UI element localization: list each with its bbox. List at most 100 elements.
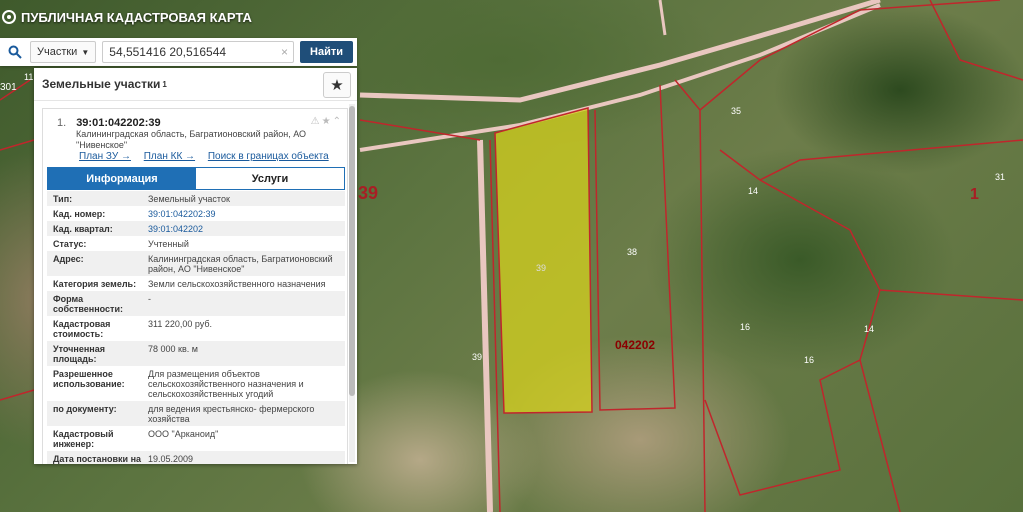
- info-row: Статус: Учтенный: [47, 236, 345, 251]
- info-value: -: [148, 294, 151, 304]
- parcel-label[interactable]: 16: [804, 355, 814, 365]
- parcel-label[interactable]: 39: [536, 263, 546, 273]
- info-key: Статус:: [53, 239, 87, 249]
- search-input[interactable]: 54,551416 20,516544 ×: [102, 41, 295, 63]
- quarter-label: 1: [970, 186, 979, 203]
- info-key: Разрешенное использование:: [53, 369, 125, 389]
- info-key: Кадастровый инженер:: [53, 429, 114, 449]
- road: [658, 0, 667, 36]
- info-value: ООО "Арканоид": [148, 429, 219, 439]
- card-actions: ⚠★⌃: [311, 116, 343, 127]
- info-key: Адрес:: [53, 254, 84, 264]
- results-count: 1: [162, 79, 167, 89]
- info-row: Кадастровый инженер: ООО "Арканоид": [47, 426, 345, 451]
- info-row: Дата постановки на учет: 19.05.2009: [47, 451, 345, 464]
- favorite-button[interactable]: ★: [323, 72, 351, 98]
- info-row: Адрес: Калининградская область, Багратион…: [47, 251, 345, 276]
- info-row: Разрешенное использование: Для размещения…: [47, 366, 345, 401]
- search-bar: Участки ▼ 54,551416 20,516544 × Найти: [0, 38, 357, 66]
- plan-zu-link[interactable]: План ЗУ →: [79, 151, 131, 162]
- district-label: 39: [358, 183, 379, 203]
- boundary: [879, 289, 1023, 301]
- boundary: [859, 359, 901, 512]
- warning-icon[interactable]: ⚠: [311, 116, 322, 127]
- info-key: Уточненная площадь:: [53, 344, 105, 364]
- info-table: Тип: Земельный участок Кад. номер: 39:01:04…: [47, 191, 345, 464]
- info-value: Земельный участок: [148, 194, 230, 204]
- boundary: [0, 389, 35, 401]
- star-icon[interactable]: ★: [322, 116, 333, 127]
- parcel-label[interactable]: 39: [472, 352, 482, 362]
- info-value[interactable]: 39:01:042202:39: [144, 209, 345, 219]
- info-value: 78 000 кв. м: [148, 344, 198, 354]
- info-row: Форма собственности: -: [47, 291, 345, 316]
- search-query: 54,551416 20,516544: [109, 45, 227, 59]
- info-value: для ведения крестьянско- фермерского хоз…: [148, 404, 315, 424]
- info-row: по документу: для ведения крестьянско- фе…: [47, 401, 345, 426]
- parcel-label[interactable]: 31: [995, 172, 1005, 182]
- search-type-label: Участки: [37, 46, 78, 58]
- parcel-label[interactable]: 38: [627, 247, 637, 257]
- info-key: Дата постановки на учет:: [53, 454, 142, 464]
- parcel-label[interactable]: 35: [731, 106, 741, 116]
- parcel-label[interactable]: 11: [24, 72, 33, 82]
- parcel-label[interactable]: 14: [748, 186, 758, 196]
- result-tabs: Информация Услуги: [47, 167, 345, 190]
- tab-services[interactable]: Услуги: [196, 168, 344, 189]
- app-header: ПУБЛИЧНАЯ КАДАСТРОВАЯ КАРТА: [0, 0, 362, 34]
- result-address: Калининградская область, Багратионовский…: [76, 129, 307, 150]
- info-value: Для размещения объектов сельскохозяйстве…: [148, 369, 304, 399]
- info-row: Кадастровая стоимость: 311 220,00 руб.: [47, 316, 345, 341]
- panel-header: Земельные участки 1: [34, 68, 357, 101]
- app-title: ПУБЛИЧНАЯ КАДАСТРОВАЯ КАРТА: [21, 9, 252, 25]
- road: [477, 139, 493, 512]
- info-key: Форма собственности:: [53, 294, 123, 314]
- result-card: 1. 39:01:042202:39 ⚠★⌃ Калининградская об…: [42, 108, 348, 464]
- info-row: Кад. квартал: 39:01:042202: [47, 221, 345, 236]
- tab-info[interactable]: Информация: [48, 168, 196, 189]
- info-value: Калининградская область, Багратионовский…: [148, 254, 333, 274]
- search-icon[interactable]: [0, 38, 30, 66]
- info-key: по документу:: [53, 404, 117, 414]
- search-type-select[interactable]: Участки ▼: [30, 41, 97, 63]
- road: [359, 0, 881, 103]
- info-key: Кадастровая стоимость:: [53, 319, 111, 339]
- results-panel: Земельные участки 1 ★ 1. 39:01:042202:39 …: [34, 68, 357, 464]
- clear-icon[interactable]: ×: [281, 45, 288, 59]
- chevron-up-icon[interactable]: ⌃: [333, 116, 343, 127]
- info-row: Категория земель: Земли сельскохозяйствен…: [47, 276, 345, 291]
- panel-scrollbar[interactable]: [349, 104, 355, 462]
- boundary: [759, 139, 1023, 181]
- panel-title: Земельные участки: [42, 77, 161, 91]
- info-key: Кад. квартал:: [53, 224, 113, 234]
- info-key: Кад. номер:: [53, 209, 106, 219]
- result-index: 1.: [57, 117, 67, 129]
- parcel-label[interactable]: 301: [0, 82, 17, 93]
- info-row: Тип: Земельный участок: [47, 191, 345, 206]
- info-value[interactable]: 39:01:042202: [144, 224, 345, 234]
- quarter-number-label: 042202: [615, 338, 656, 352]
- selected-parcel: [494, 107, 593, 414]
- info-key: Тип:: [53, 194, 73, 204]
- result-cad-number: 39:01:042202:39: [76, 117, 161, 129]
- info-value: 19.05.2009: [148, 454, 194, 464]
- boundary: [704, 149, 881, 496]
- find-button[interactable]: Найти: [300, 41, 353, 63]
- result-title[interactable]: 1. 39:01:042202:39: [57, 117, 161, 129]
- boundary: [674, 79, 706, 512]
- parcel-label[interactable]: 16: [740, 322, 750, 332]
- info-row: Уточненная площадь: 78 000 кв. м: [47, 341, 345, 366]
- boundary: [0, 139, 35, 151]
- star-icon: ★: [330, 77, 344, 94]
- boundary: [929, 0, 1023, 81]
- info-row: Кад. номер: 39:01:042202:39: [47, 206, 345, 221]
- info-value: Учтенный: [148, 239, 189, 249]
- chevron-down-icon: ▼: [81, 47, 90, 57]
- info-value: 311 220,00 руб.: [148, 319, 213, 329]
- scrollbar-thumb[interactable]: [349, 106, 355, 396]
- parcel-label[interactable]: 14: [864, 324, 874, 334]
- info-value: Земли сельскохозяйственного назначения: [148, 279, 326, 289]
- plan-kk-link[interactable]: План КК →: [144, 151, 195, 162]
- boundary: [359, 119, 481, 141]
- info-key: Категория земель:: [53, 279, 137, 289]
